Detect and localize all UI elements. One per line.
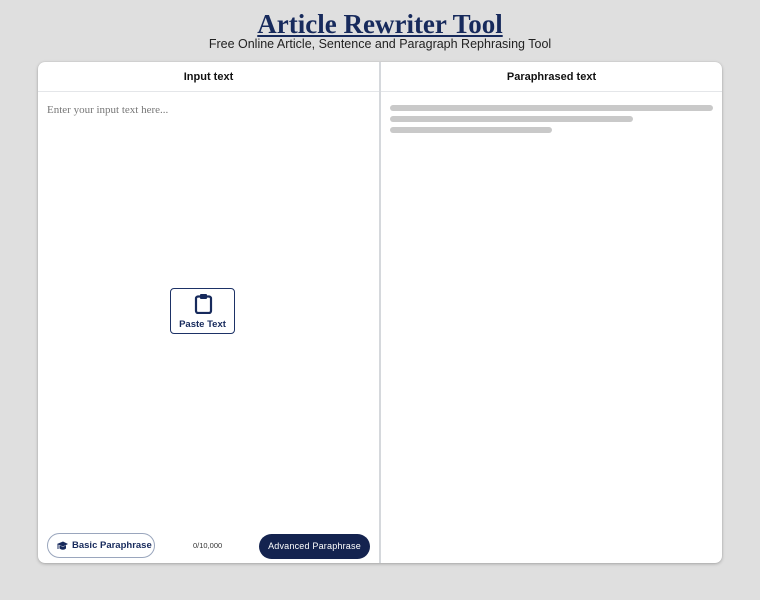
advanced-paraphrase-button[interactable]: Advanced Paraphrase: [259, 534, 370, 559]
skeleton-line: [390, 116, 633, 122]
character-counter: 0/10,000: [193, 541, 223, 550]
clipboard-icon: [194, 294, 213, 314]
input-pane-title: Input text: [183, 70, 234, 83]
paste-text-button[interactable]: Paste Text: [170, 288, 235, 334]
input-pane-header: Input text: [38, 62, 379, 92]
paste-text-label: Paste Text: [179, 319, 226, 330]
input-pane: Input text Paste Text Basic Paraphrase 0…: [38, 62, 379, 563]
skeleton-line: [390, 127, 552, 133]
output-pane-header: Paraphrased text: [381, 62, 722, 92]
output-pane-title: Paraphrased text: [506, 70, 597, 83]
advanced-paraphrase-label: Advanced Paraphrase: [268, 541, 361, 551]
output-pane: Paraphrased text: [381, 62, 722, 563]
graduation-cap-icon: [57, 541, 68, 550]
rewriter-card: Input text Paste Text Basic Paraphrase 0…: [38, 62, 722, 563]
page-subtitle: Free Online Article, Sentence and Paragr…: [208, 37, 552, 51]
skeleton-line: [390, 105, 713, 111]
basic-paraphrase-label: Basic Paraphrase: [72, 540, 152, 551]
basic-paraphrase-button[interactable]: Basic Paraphrase: [47, 533, 155, 558]
